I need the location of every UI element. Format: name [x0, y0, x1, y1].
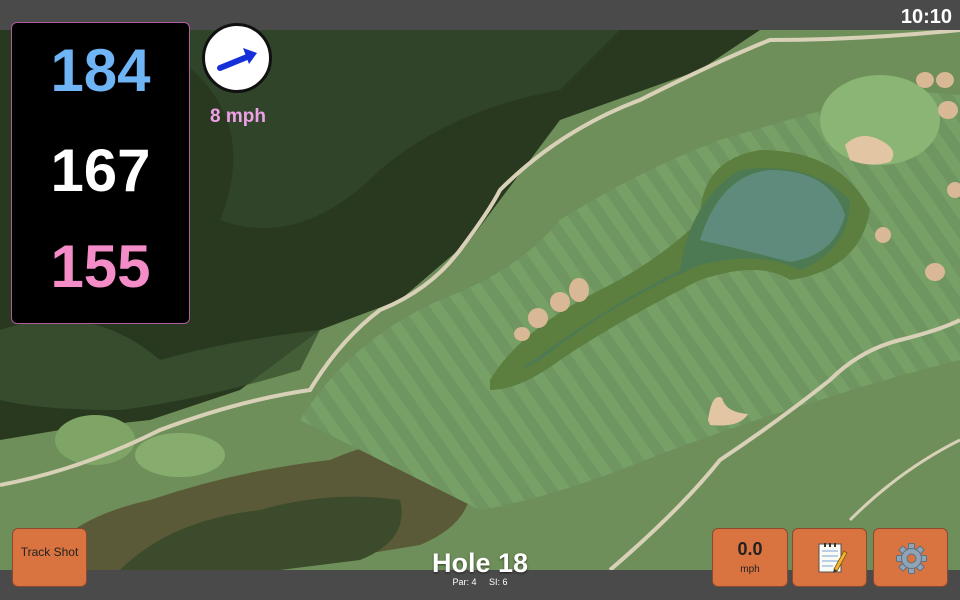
notepad-icon [818, 543, 848, 573]
distance-middle: 167 [50, 137, 151, 204]
track-shot-button[interactable]: Track Shot [12, 528, 87, 587]
hole-par: Par: 4 [452, 577, 477, 587]
hole-stroke-index: SI: 6 [489, 577, 508, 587]
distance-panel: 184 167 155 [11, 22, 190, 324]
settings-button[interactable] [873, 528, 948, 587]
hole-info: Par: 4 SI: 6 [380, 577, 580, 587]
status-time: 10:10 [900, 6, 952, 28]
speed-value: 0.0 [737, 539, 763, 559]
speed-unit: mph [740, 564, 760, 575]
speed-button[interactable]: 0.0 mph [712, 528, 788, 587]
track-shot-label: Track Shot [20, 545, 79, 559]
distance-back: 184 [50, 37, 151, 104]
notes-button[interactable] [792, 528, 867, 587]
hole-title: Hole 18 [431, 548, 529, 578]
distance-front: 155 [50, 233, 151, 300]
gear-icon [896, 543, 927, 574]
wind-direction-arrow-icon [217, 48, 257, 71]
wind-speed-label: 8 mph [210, 106, 266, 127]
wind-indicator [202, 23, 272, 93]
